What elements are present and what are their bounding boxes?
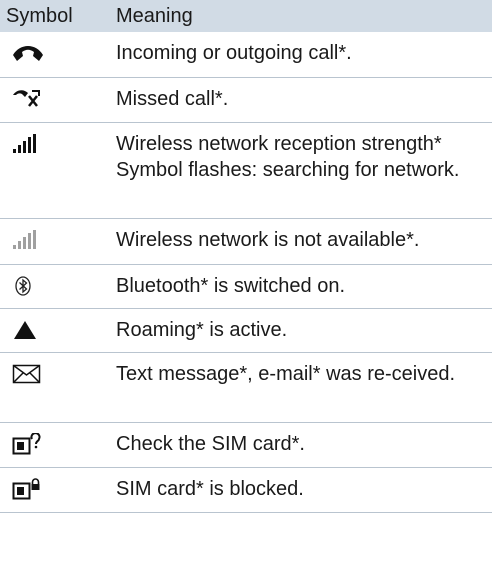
table-row: Incoming or outgoing call*. xyxy=(0,32,492,78)
signal-strength-icon xyxy=(13,134,36,153)
sim-blocked-icon xyxy=(12,478,40,500)
table-row: Text message*, e-mail* was re-ceived. xyxy=(0,353,492,423)
table-row: Wireless network reception strength* Sym… xyxy=(0,123,492,219)
table-row: Wireless network is not available*. xyxy=(0,219,492,265)
row-meaning: Missed call*. xyxy=(116,88,229,110)
header-symbol: Symbol xyxy=(6,4,73,27)
table-row: Check the SIM card*. xyxy=(0,423,492,468)
table-row: Roaming* is active. xyxy=(0,309,492,353)
bluetooth-icon xyxy=(15,276,31,296)
phone-call-icon xyxy=(13,46,43,61)
row-meaning: Bluetooth* is switched on. xyxy=(116,275,346,297)
row-meaning: SIM card* is blocked. xyxy=(116,478,304,500)
symbol-table: Symbol Meaning Incoming or outgoing call… xyxy=(0,0,492,513)
header-meaning: Meaning xyxy=(116,4,193,27)
row-meaning: Roaming* is active. xyxy=(116,319,288,341)
table-row: SIM card* is blocked. xyxy=(0,468,492,513)
row-meaning: Wireless network is not available*. xyxy=(116,229,420,251)
sim-check-icon xyxy=(12,433,41,455)
table-row: Bluetooth* is switched on. xyxy=(0,265,492,309)
row-meaning: Wireless network reception strength* Sym… xyxy=(116,133,460,181)
missed-call-icon xyxy=(13,90,40,107)
table-header: Symbol Meaning xyxy=(0,0,492,32)
roaming-triangle-icon xyxy=(14,321,36,339)
table-row: Missed call*. xyxy=(0,78,492,123)
envelope-icon xyxy=(12,364,41,384)
row-meaning: Incoming or outgoing call*. xyxy=(116,42,352,64)
row-meaning: Check the SIM card*. xyxy=(116,433,305,455)
row-meaning: Text message*, e-mail* was re-ceived. xyxy=(116,363,456,385)
signal-unavailable-icon xyxy=(13,230,36,249)
